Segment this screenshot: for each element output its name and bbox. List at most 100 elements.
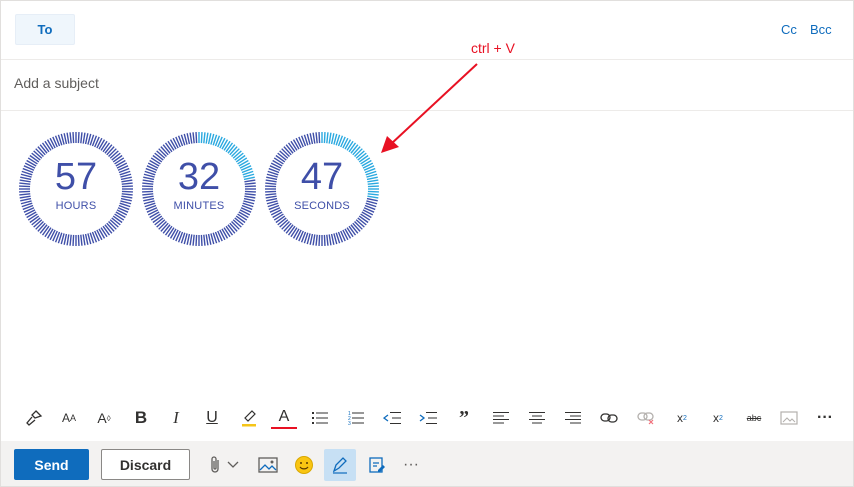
font-size-icon[interactable]: A ◊ xyxy=(91,405,117,431)
ring-tick xyxy=(195,132,198,144)
minutes-label: MINUTES xyxy=(173,200,225,212)
ring-tick xyxy=(358,215,369,224)
ring-tick xyxy=(330,133,335,145)
ring-tick xyxy=(192,132,195,144)
subscript-icon[interactable]: x2 xyxy=(705,405,731,431)
italic-icon[interactable]: I xyxy=(163,405,189,431)
quote-icon[interactable]: ” xyxy=(451,405,477,431)
ring-tick xyxy=(44,140,52,151)
ring-tick xyxy=(100,227,108,238)
ring-tick xyxy=(348,225,357,236)
ring-tick xyxy=(326,132,329,144)
bold-icon[interactable]: B xyxy=(128,405,154,431)
cc-button[interactable]: Cc xyxy=(781,22,797,37)
ring-tick xyxy=(273,213,284,221)
seconds-label: SECONDS xyxy=(294,200,350,212)
ring-tick xyxy=(114,213,125,221)
ring-tick xyxy=(189,234,193,246)
ring-tick xyxy=(223,140,231,151)
chevron-down-icon[interactable] xyxy=(223,451,243,479)
ring-tick xyxy=(205,132,209,144)
ring-tick xyxy=(318,234,321,246)
ring-tick xyxy=(69,234,72,246)
numbering-icon[interactable]: 123 xyxy=(343,405,369,431)
decrease-indent-icon[interactable] xyxy=(379,405,405,431)
editor-icon[interactable] xyxy=(324,449,356,481)
hours-value: 57 xyxy=(54,156,98,198)
insert-link-icon[interactable] xyxy=(596,405,622,431)
ring-tick xyxy=(63,133,68,145)
more-options-icon[interactable]: ··· xyxy=(812,405,838,431)
sensitivity-icon[interactable] xyxy=(363,451,391,479)
ring-tick xyxy=(77,132,80,144)
format-painter-icon[interactable] xyxy=(21,405,47,431)
ring-tick xyxy=(44,227,52,238)
ring-tick xyxy=(82,234,86,246)
ring-tick xyxy=(205,234,209,246)
ring-tick xyxy=(80,234,83,246)
ring-tick xyxy=(330,233,335,245)
ring-tick xyxy=(225,225,234,236)
ring-tick xyxy=(346,227,354,238)
font-color-icon[interactable]: A xyxy=(271,407,297,429)
emoji-icon[interactable] xyxy=(290,451,318,479)
ring-tick xyxy=(309,233,314,245)
recipients-row: To Cc Bcc xyxy=(1,1,853,60)
increase-indent-icon[interactable] xyxy=(415,405,441,431)
strikethrough-icon[interactable]: abc xyxy=(741,405,767,431)
ring-tick xyxy=(207,233,212,245)
send-button[interactable]: Send xyxy=(14,449,89,480)
minutes-value: 32 xyxy=(177,156,221,198)
ring-tick xyxy=(112,215,123,224)
ring-tick xyxy=(323,132,326,144)
subject-input[interactable]: Add a subject xyxy=(14,75,99,91)
svg-text:3: 3 xyxy=(348,421,351,425)
ring-tick xyxy=(167,140,175,151)
ring-tick xyxy=(69,132,72,144)
ring-tick xyxy=(287,225,296,236)
ring-tick xyxy=(287,142,296,153)
discard-button[interactable]: Discard xyxy=(101,449,190,480)
ring-tick xyxy=(225,142,234,153)
ring-tick xyxy=(200,132,203,144)
ring-tick xyxy=(77,234,80,246)
annotation-arrow xyxy=(381,63,478,153)
align-center-icon[interactable] xyxy=(524,405,550,431)
ring-tick xyxy=(360,213,371,221)
align-left-icon[interactable] xyxy=(488,405,514,431)
countdown-seconds: 47 SECONDS xyxy=(264,131,380,247)
align-right-icon[interactable] xyxy=(560,405,586,431)
ring-tick xyxy=(315,234,318,246)
highlight-icon[interactable] xyxy=(236,405,262,431)
bcc-button[interactable]: Bcc xyxy=(810,22,832,37)
ring-tick xyxy=(315,132,318,144)
ring-tick xyxy=(237,213,248,221)
ring-tick xyxy=(72,132,75,144)
ring-tick xyxy=(41,225,50,236)
ring-tick xyxy=(66,132,70,144)
underline-icon[interactable]: U xyxy=(199,405,225,431)
bullets-icon[interactable] xyxy=(307,405,333,431)
ring-tick xyxy=(203,132,206,144)
insert-image-icon[interactable] xyxy=(776,405,802,431)
more-actions-icon[interactable]: ··· xyxy=(397,451,425,479)
ring-tick xyxy=(323,234,326,246)
ring-tick xyxy=(189,132,193,144)
ring-tick xyxy=(150,213,161,221)
ring-tick xyxy=(102,225,111,236)
ring-tick xyxy=(84,133,89,145)
ring-tick xyxy=(63,233,68,245)
font-icon[interactable]: AA xyxy=(56,405,82,431)
hours-label: HOURS xyxy=(55,200,97,212)
insert-picture-icon[interactable] xyxy=(254,451,282,479)
ring-tick xyxy=(84,233,89,245)
ring-tick xyxy=(326,234,329,246)
format-toolbar: AA A ◊ B I U A 123 ” x 2 x 2 abc ··· xyxy=(1,395,853,441)
superscript-icon[interactable]: x2 xyxy=(669,405,695,431)
to-button[interactable]: To xyxy=(15,14,75,45)
countdown-hours: 57 HOURS xyxy=(18,131,134,247)
ring-tick xyxy=(312,132,316,144)
remove-link-icon[interactable] xyxy=(633,405,659,431)
compose-window: To Cc Bcc Add a subject ctrl + V 57 HOUR… xyxy=(0,0,854,487)
ring-tick xyxy=(167,227,175,238)
